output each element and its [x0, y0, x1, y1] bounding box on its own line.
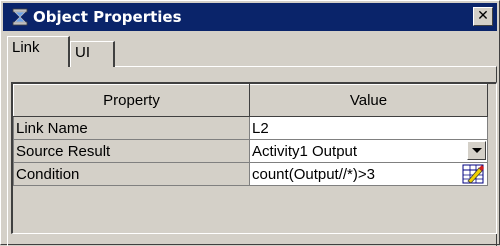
- table-row: Link Name L2: [13, 116, 488, 140]
- source-result-value[interactable]: Activity1 Output: [252, 143, 357, 160]
- condition-value[interactable]: count(Output//*)>3: [252, 166, 375, 183]
- hourglass-icon: [12, 8, 28, 26]
- table-row: Source Result Activity1 Output: [13, 139, 488, 163]
- source-result-value-cell[interactable]: Activity1 Output: [249, 139, 488, 163]
- property-table: Property Value Link Name L2 Source Resul…: [13, 84, 488, 186]
- window-title: Object Properties: [33, 8, 182, 26]
- title-bar[interactable]: Object Properties ✕: [3, 3, 497, 31]
- table-row: Condition count(Output//*)>3: [13, 162, 488, 186]
- chevron-down-icon: [472, 148, 482, 153]
- link-name-value[interactable]: L2: [252, 120, 269, 137]
- tab-link[interactable]: Link: [7, 36, 70, 67]
- column-header-property[interactable]: Property: [13, 84, 250, 117]
- source-result-dropdown-button[interactable]: [467, 141, 486, 160]
- condition-value-cell[interactable]: count(Output//*)>3: [249, 162, 488, 186]
- object-properties-window: Object Properties ✕ Link UI Property Val…: [0, 0, 500, 246]
- column-header-value[interactable]: Value: [249, 84, 488, 117]
- property-name-cell: Condition: [13, 162, 250, 186]
- tab-ui[interactable]: UI: [70, 41, 115, 67]
- expression-editor-icon[interactable]: [462, 164, 484, 184]
- header-row: Property Value: [13, 84, 488, 117]
- property-grid: Property Value Link Name L2 Source Resul…: [11, 82, 497, 234]
- property-name-cell: Source Result: [13, 139, 250, 163]
- close-button[interactable]: ✕: [473, 7, 493, 26]
- property-name-cell: Link Name: [13, 116, 250, 140]
- link-name-value-cell[interactable]: L2: [249, 116, 488, 140]
